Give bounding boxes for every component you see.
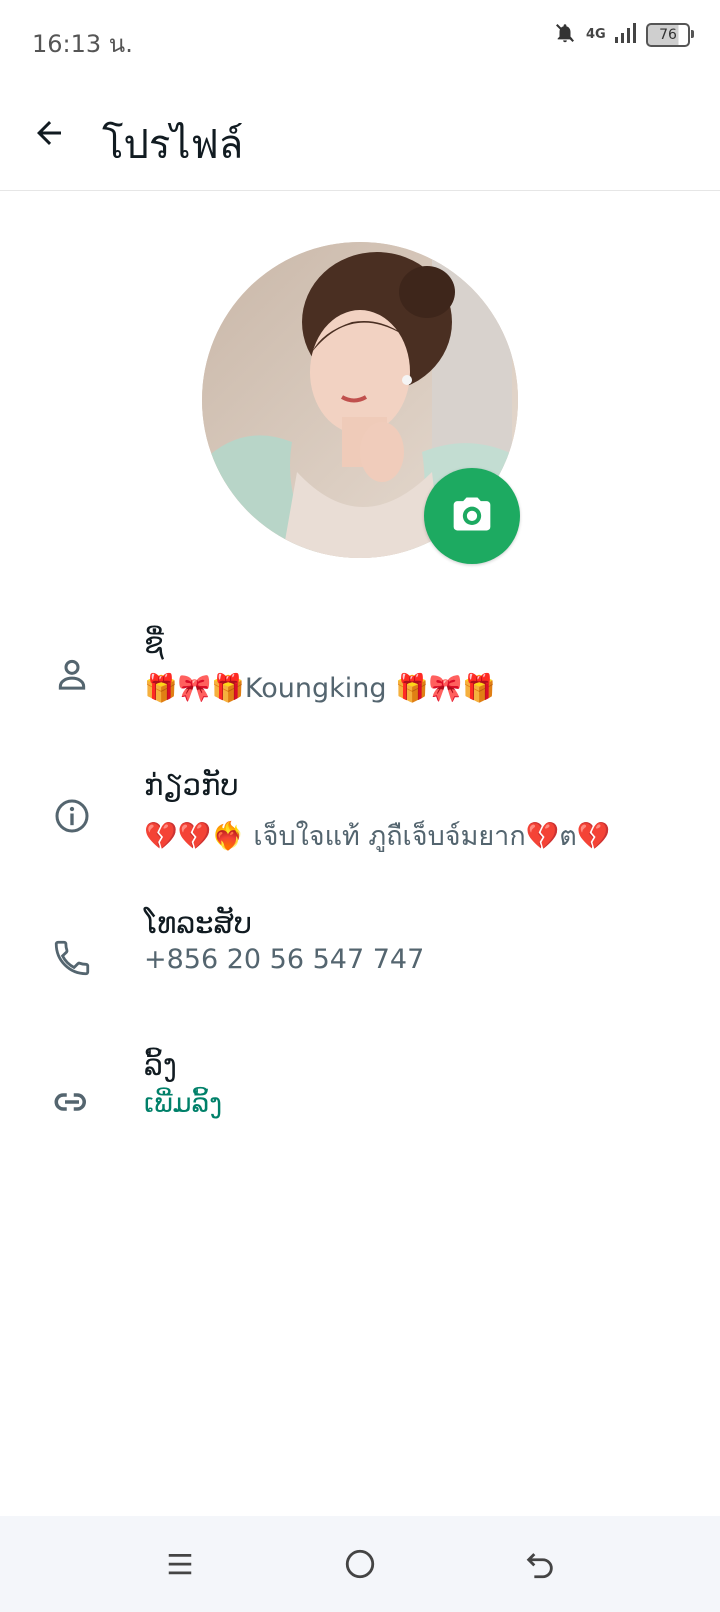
about-value: 💔💔❤️‍🔥 เจ็บใจแท้ ภูถืเจ็บจ์มยาก💔ต💔 xyxy=(144,821,611,852)
battery-icon: 76 xyxy=(646,23,694,47)
link-icon xyxy=(44,1074,100,1130)
link-label: ລິ້ງ xyxy=(144,1048,177,1082)
signal-icon xyxy=(614,22,636,48)
person-icon xyxy=(44,646,100,702)
menu-icon xyxy=(165,1549,195,1583)
back-icon xyxy=(523,1547,557,1585)
info-icon xyxy=(44,788,100,844)
add-link-button[interactable]: ເພີ່ມລິ້ງ xyxy=(144,1088,222,1119)
about-label: ກ່ຽວກັບ xyxy=(144,768,239,802)
phone-label: ໂທລະສັບ xyxy=(144,906,253,940)
name-label: ຊື່ xyxy=(144,626,164,660)
menu-button[interactable] xyxy=(154,1540,206,1592)
arrow-left-icon xyxy=(31,115,67,155)
phone-value: +856 20 56 547 747 xyxy=(144,944,425,975)
about-row[interactable]: ກ່ຽວກັບ 💔💔❤️‍🔥 เจ็บใจแท้ ภูถืเจ็บจ์มยาก💔… xyxy=(0,762,720,872)
bell-off-icon xyxy=(554,22,576,48)
phone-icon xyxy=(44,930,100,986)
profile-avatar-section xyxy=(202,242,520,564)
name-row[interactable]: ຊື່ 🎁🎀🎁Koungking 🎁🎀🎁 xyxy=(0,620,720,730)
app-bar: โปรไฟล์ xyxy=(0,80,720,191)
battery-level: 76 xyxy=(659,27,677,43)
home-icon xyxy=(343,1547,377,1585)
status-icons: 4G 76 xyxy=(554,22,694,48)
page-title: โปรไฟล์ xyxy=(102,122,244,168)
status-time: 16:13 น. xyxy=(32,30,133,58)
back-nav-button[interactable] xyxy=(514,1540,566,1592)
phone-row[interactable]: ໂທລະສັບ +856 20 56 547 747 xyxy=(0,906,720,1016)
change-photo-button[interactable] xyxy=(424,468,520,564)
link-row[interactable]: ລິ້ງ ເພີ່ມລິ້ງ xyxy=(0,1048,720,1158)
network-label: 4G xyxy=(586,27,606,42)
status-bar: 16:13 น. 4G 76 xyxy=(0,0,720,80)
camera-icon xyxy=(450,492,494,540)
system-nav-bar xyxy=(0,1516,720,1612)
home-button[interactable] xyxy=(334,1540,386,1592)
name-value: 🎁🎀🎁Koungking 🎁🎀🎁 xyxy=(144,673,496,704)
back-button[interactable] xyxy=(22,108,76,162)
